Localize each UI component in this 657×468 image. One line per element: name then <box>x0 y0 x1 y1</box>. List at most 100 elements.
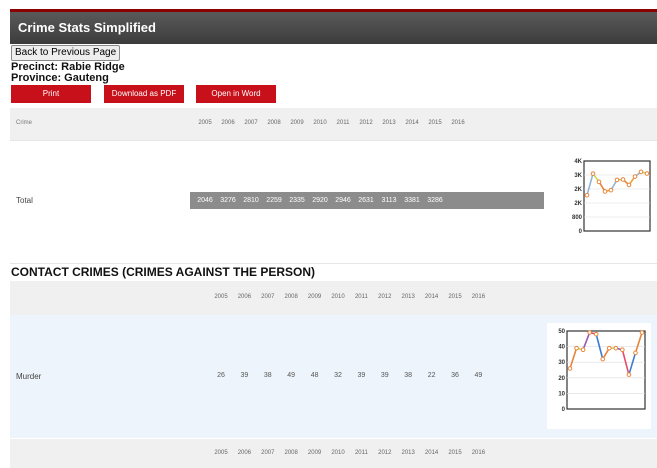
year-header: 2012 <box>378 450 392 456</box>
year-header: 2014 <box>424 294 439 300</box>
year-header: 2008 <box>267 120 281 126</box>
year-header: 2011 <box>354 450 368 456</box>
year-header: 2006 <box>237 450 252 456</box>
total-value: 2631 <box>358 197 374 204</box>
year-header: 2013 <box>401 450 415 456</box>
chart-point <box>614 177 620 183</box>
year-header: 2008 <box>284 450 298 456</box>
total-trend-chart: 4K 3K 2K 2K 800 0 <box>572 159 651 235</box>
chart-frame <box>566 330 646 410</box>
year-header: 2016 <box>471 450 486 456</box>
murder-value: 38 <box>263 372 272 379</box>
crime-column-header: Crime <box>16 120 32 126</box>
print-button[interactable]: Print <box>11 85 91 103</box>
murder-value: 26 <box>217 372 225 379</box>
murder-value: 38 <box>404 372 413 379</box>
chart-point <box>638 169 644 175</box>
chart-point <box>626 182 632 188</box>
year-header: 2005 <box>214 294 228 300</box>
chart-tick-label: 2K <box>574 201 582 207</box>
year-header: 2015 <box>448 294 462 300</box>
total-value: 3113 <box>381 197 397 204</box>
chart-point <box>567 366 573 371</box>
year-header: 2007 <box>261 294 275 300</box>
chart-tick-label: 0 <box>579 229 583 235</box>
year-header: 2011 <box>354 294 368 300</box>
chart-point <box>590 171 596 176</box>
province-label: Province: Gauteng <box>11 72 109 84</box>
chart-tick-label: 50 <box>558 329 565 335</box>
murder-value: 22 <box>427 372 436 379</box>
app-title: Crime Stats Simplified <box>18 20 156 35</box>
chart-point <box>639 330 645 335</box>
murder-value: 39 <box>240 372 249 379</box>
chart-point <box>602 189 608 194</box>
chart-tick-label: 10 <box>558 391 565 397</box>
contact-crimes-header-row: 2005 2006 2007 2008 2009 2010 2011 2012 2013 2014… <box>10 281 657 315</box>
chart-point <box>600 356 606 362</box>
year-header: 2007 <box>261 450 275 456</box>
year-header: 2010 <box>313 120 327 126</box>
chart-point <box>593 331 599 337</box>
chart-point <box>633 350 638 356</box>
year-header: 2013 <box>382 120 396 126</box>
total-value: 3276 <box>220 197 236 204</box>
murder-trend-chart: 50 40 30 20 10 0 <box>547 323 651 429</box>
murder-value: 49 <box>287 372 296 379</box>
download-pdf-button[interactable]: Download as PDF <box>104 85 184 103</box>
year-header: 2012 <box>378 294 392 300</box>
murder-value: 49 <box>474 372 483 379</box>
chart-point <box>574 345 579 351</box>
murder-row: Murder 26 39 38 49 48 32 39 39 38 22 36 49 50 40 30 20… <box>10 315 657 438</box>
murder-value: 36 <box>451 372 459 379</box>
year-header: 2009 <box>307 450 322 456</box>
murder-label: Murder <box>16 372 42 381</box>
year-header: 2005 <box>214 450 228 456</box>
year-header: 2013 <box>401 294 415 300</box>
murder-value: 39 <box>380 372 389 379</box>
chart-tick-label: 40 <box>558 345 565 351</box>
year-header: 2010 <box>331 450 345 456</box>
table-header-row: Crime 2005 2006 2007 2008 2009 2010 2011 2012 20… <box>10 108 657 140</box>
chart-tick-label: 800 <box>572 215 583 221</box>
year-header: 2005 <box>198 120 212 126</box>
total-value: 2920 <box>312 197 328 204</box>
year-header: 2016 <box>471 294 486 300</box>
year-header: 2009 <box>290 120 304 126</box>
total-value: 2259 <box>266 197 282 204</box>
year-header: 2009 <box>307 294 322 300</box>
chart-tick-label: 20 <box>558 376 565 382</box>
total-value: 2335 <box>289 197 305 204</box>
chart-tick-label: 4K <box>574 159 582 165</box>
total-value: 2946 <box>335 197 351 204</box>
chart-tick-label: 3K <box>574 173 582 179</box>
total-value: 3286 <box>427 197 443 204</box>
total-value: 2046 <box>197 197 213 204</box>
murder-value: 39 <box>357 372 366 379</box>
section-title: CONTACT CRIMES (CRIMES AGAINST THE PERSO… <box>11 265 316 279</box>
murder-value: 48 <box>310 372 319 379</box>
chart-point <box>608 187 614 193</box>
chart-point <box>644 171 650 176</box>
chart-point <box>632 174 638 179</box>
chart-point <box>620 347 625 353</box>
year-header: 2008 <box>284 294 298 300</box>
total-row: Total 2046 3276 2810 2259 2335 2920 2946 2631 31… <box>10 140 657 264</box>
year-header: 2016 <box>451 120 465 126</box>
chart-point <box>580 347 586 353</box>
total-value: 2810 <box>243 197 259 204</box>
back-button[interactable]: Back to Previous Page <box>11 45 121 61</box>
chart-point <box>587 330 592 335</box>
open-in-word-button[interactable]: Open in Word <box>196 85 276 103</box>
year-header: 2015 <box>448 450 462 456</box>
chart-tick-label: 0 <box>562 407 566 413</box>
year-header: 2012 <box>359 120 373 126</box>
bottom-header-row: 2005 2006 2007 2008 2009 2010 2011 2012 2013 2014… <box>10 439 657 468</box>
chart-point <box>613 345 619 351</box>
app-header: Crime Stats Simplified <box>10 12 657 44</box>
total-value: 3381 <box>404 197 420 204</box>
chart-tick-label: 2K <box>574 187 582 193</box>
year-header: 2014 <box>424 450 439 456</box>
total-label: Total <box>16 196 33 205</box>
year-header: 2011 <box>336 120 350 126</box>
